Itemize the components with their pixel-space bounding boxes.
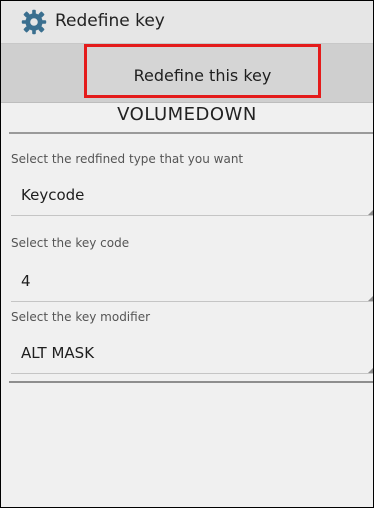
window-title: Redefine key [55, 11, 165, 31]
bottom-divider [9, 381, 373, 383]
key-code-label: Select the key code [11, 236, 130, 250]
key-code-value: 4 [21, 272, 31, 290]
key-code-select[interactable]: 4 [11, 264, 373, 302]
redefined-type-select[interactable]: Keycode [11, 178, 373, 216]
dropdown-caret-icon [368, 368, 373, 373]
select-underline [11, 301, 373, 302]
dropdown-caret-icon [368, 210, 373, 215]
redefined-type-value: Keycode [21, 186, 85, 204]
gear-icon [21, 9, 47, 35]
title-bar: Redefine key [1, 1, 373, 44]
screen: Redefine key Redefine this key VOLUMEDOW… [0, 0, 374, 508]
action-row: Redefine this key [1, 44, 373, 103]
key-name: VOLUMEDOWN [117, 104, 257, 125]
select-underline [11, 373, 373, 374]
redefined-type-label: Select the redfined type that you want [11, 152, 244, 166]
dropdown-caret-icon [368, 296, 373, 301]
key-modifier-select[interactable]: ALT MASK [11, 336, 373, 374]
header-divider [9, 132, 373, 134]
select-underline [11, 215, 373, 216]
redefine-key-button[interactable]: Redefine this key [84, 44, 321, 98]
key-modifier-value: ALT MASK [21, 344, 95, 362]
key-modifier-label: Select the key modifier [11, 310, 151, 324]
